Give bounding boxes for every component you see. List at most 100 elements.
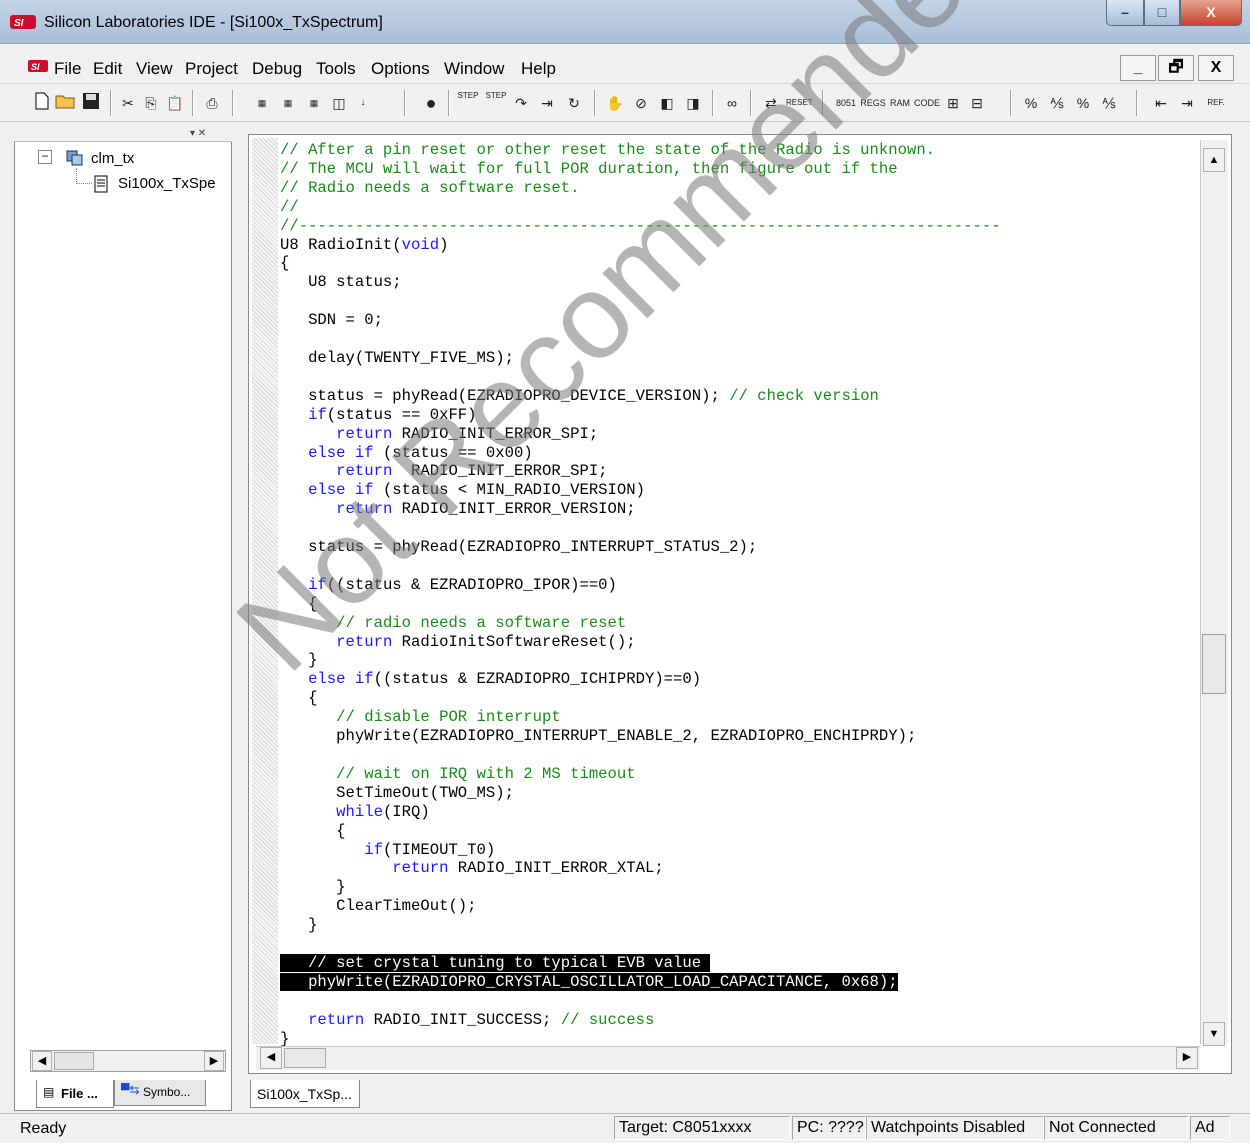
download-icon[interactable]: ▦ (302, 91, 326, 115)
watch-window-icon[interactable]: ⊟ (966, 91, 988, 115)
code-line[interactable]: else if (status == 0x00) (280, 444, 1001, 463)
code-line[interactable]: if(TIMEOUT_T0) (280, 841, 1001, 860)
open-folder-icon[interactable] (54, 91, 78, 115)
menu-window[interactable]: Window (444, 59, 504, 79)
menu-tools[interactable]: Tools (316, 59, 356, 79)
code-line[interactable]: SetTimeOut(TWO_MS); (280, 784, 1001, 803)
scroll-up-icon[interactable]: ▲ (1203, 148, 1225, 172)
menu-view[interactable]: View (136, 59, 173, 79)
editor-scroll-thumb[interactable] (1202, 634, 1226, 694)
uncomment-block-icon[interactable]: ⅍ (1098, 91, 1120, 115)
regs-icon[interactable]: REGS (860, 91, 886, 115)
paste-icon[interactable]: 📋 (164, 91, 186, 115)
code-line[interactable]: { (280, 689, 1001, 708)
mdi-minimize-button[interactable]: _ (1120, 55, 1156, 81)
outdent-icon[interactable]: ⇥ (1176, 91, 1198, 115)
ram-icon[interactable]: RAM (888, 91, 912, 115)
menu-edit[interactable]: Edit (93, 59, 122, 79)
code-line[interactable]: status = phyRead(EZRADIOPRO_DEVICE_VERSI… (280, 387, 1001, 406)
code-line[interactable]: U8 status; (280, 273, 1001, 292)
editor-hscroll-thumb[interactable] (284, 1048, 326, 1068)
code-line[interactable]: return RADIO_INIT_ERROR_SPI; (280, 425, 1001, 444)
code-editor[interactable]: // After a pin reset or other reset the … (280, 141, 1001, 1049)
code-line[interactable]: // (280, 198, 1001, 217)
copy-icon[interactable]: ⎘ (140, 91, 162, 115)
window-maximize-button[interactable]: □ (1144, 0, 1180, 26)
code-line[interactable]: // disable POR interrupt (280, 708, 1001, 727)
menu-debug[interactable]: Debug (252, 59, 302, 79)
stop-build-icon[interactable]: ◫ (328, 91, 350, 115)
code-line[interactable]: ​ (280, 292, 1001, 311)
build-icon[interactable]: ▦ (250, 91, 274, 115)
code-line[interactable]: { (280, 822, 1001, 841)
swap-icon[interactable]: ⇄ (760, 91, 782, 115)
code-line[interactable]: ​ (280, 368, 1001, 387)
stop-icon[interactable]: ⊘ (630, 91, 652, 115)
indent-icon[interactable]: ⇤ (1150, 91, 1172, 115)
code-line[interactable]: // Radio needs a software reset. (280, 179, 1001, 198)
tree-root-label[interactable]: clm_tx (91, 150, 134, 167)
panel-close-icon[interactable]: ▾ ✕ (190, 128, 206, 139)
code-line[interactable]: delay(TWENTY_FIVE_MS); (280, 349, 1001, 368)
editor-horizontal-scrollbar[interactable] (256, 1046, 1200, 1070)
sfr-icon[interactable]: ⊞ (942, 91, 964, 115)
tab-file-view[interactable]: ▤ File ... (36, 1080, 114, 1108)
code-line[interactable]: ​ (280, 746, 1001, 765)
code-line[interactable]: { (280, 595, 1001, 614)
window-close-button[interactable]: X (1180, 0, 1242, 26)
code-line[interactable]: SDN = 0; (280, 311, 1001, 330)
memory-icon[interactable]: ◨ (682, 91, 704, 115)
tree-file-label[interactable]: Si100x_TxSpe (118, 175, 226, 192)
code-line[interactable]: while(IRQ) (280, 803, 1001, 822)
scroll-right-icon[interactable]: ▶ (204, 1051, 224, 1071)
comment-block-icon[interactable]: % (1072, 91, 1094, 115)
tab-symbol-view[interactable]: ▀⇆ Symbo... (114, 1080, 206, 1106)
code-line[interactable]: ​ (280, 557, 1001, 576)
document-menu-icon[interactable]: SI (28, 58, 50, 74)
watch-icon[interactable]: ◧ (656, 91, 678, 115)
menu-file[interactable]: File (54, 59, 81, 79)
code-line[interactable]: return RADIO_INIT_ERROR_SPI; (280, 462, 1001, 481)
menu-help[interactable]: Help (521, 59, 556, 79)
code-icon[interactable]: CODE (914, 91, 940, 115)
build-all-icon[interactable]: ▦ (276, 91, 300, 115)
scroll-left-icon[interactable]: ◀ (32, 1051, 52, 1071)
code-line[interactable]: // After a pin reset or other reset the … (280, 141, 1001, 160)
menu-options[interactable]: Options (371, 59, 430, 79)
code-line[interactable]: U8 RadioInit(void) (280, 236, 1001, 255)
code-line[interactable]: ​ (280, 935, 1001, 954)
workspace-scroll-thumb[interactable] (54, 1052, 94, 1070)
cut-icon[interactable]: ✂ (118, 91, 138, 115)
editor-vertical-scrollbar[interactable] (1200, 140, 1228, 1044)
code-line[interactable]: if((status & EZRADIOPRO_IPOR)==0) (280, 576, 1001, 595)
code-line[interactable]: return RADIO_INIT_ERROR_VERSION; (280, 500, 1001, 519)
code-line[interactable]: } (280, 916, 1001, 935)
download-options-icon[interactable]: ↓ (352, 91, 374, 115)
code-line[interactable]: // The MCU will wait for full POR durati… (280, 160, 1001, 179)
code-line[interactable]: } (280, 651, 1001, 670)
code-line[interactable]: else if((status & EZRADIOPRO_ICHIPRDY)==… (280, 670, 1001, 689)
reset-icon[interactable]: RESET (786, 91, 813, 115)
code-line[interactable]: ​ (280, 992, 1001, 1011)
code-line[interactable]: ​ (280, 330, 1001, 349)
step-over-icon[interactable]: STEP (484, 91, 508, 115)
step-icon[interactable]: STEP (456, 91, 480, 115)
uncomment-icon[interactable]: ⅍ (1046, 91, 1068, 115)
tree-collapse-icon[interactable]: − (38, 150, 52, 164)
code-line[interactable]: ​ (280, 519, 1001, 538)
run-to-cursor-icon[interactable]: ⇥ (536, 91, 558, 115)
save-icon[interactable] (80, 91, 102, 115)
code-line[interactable]: else if (status < MIN_RADIO_VERSION) (280, 481, 1001, 500)
mdi-close-button[interactable]: X (1198, 55, 1234, 81)
new-file-icon[interactable] (32, 91, 52, 115)
menu-project[interactable]: Project (185, 59, 238, 79)
code-line[interactable]: // radio needs a software reset (280, 614, 1001, 633)
document-tab[interactable]: Si100x_TxSp... (250, 1080, 360, 1108)
code-line[interactable]: phyWrite(EZRADIOPRO_CRYSTAL_OSCILLATOR_L… (280, 972, 1001, 992)
code-line[interactable]: phyWrite(EZRADIOPRO_INTERRUPT_ENABLE_2, … (280, 727, 1001, 746)
code-line[interactable]: //--------------------------------------… (280, 217, 1001, 236)
breakpoint-icon[interactable]: ● (420, 91, 442, 115)
scroll-right-icon[interactable]: ▶ (1176, 1047, 1198, 1069)
halt-icon[interactable]: ✋ (604, 91, 626, 115)
code-line[interactable]: // wait on IRQ with 2 MS timeout (280, 765, 1001, 784)
